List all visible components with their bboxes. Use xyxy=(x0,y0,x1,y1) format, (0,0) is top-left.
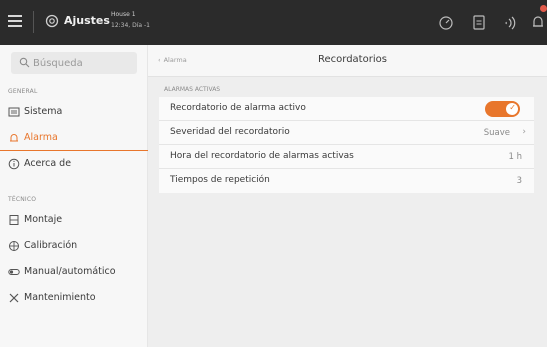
alarm-icon xyxy=(10,134,18,142)
app-title: Ajustes xyxy=(64,14,110,27)
group-label: ALARMAS ACTIVAS xyxy=(164,86,221,93)
menu-icon[interactable] xyxy=(8,15,22,27)
sidebar-item-mantenimiento[interactable]: Mantenimiento xyxy=(0,285,148,311)
sidebar-item-label: Manual/automático xyxy=(24,266,116,277)
reminder-active-toggle[interactable]: ✓ xyxy=(485,101,520,117)
setting-label: Recordatorio de alarma activo xyxy=(170,103,306,113)
signal-icon[interactable] xyxy=(500,12,520,32)
setting-label: Tiempos de repetición xyxy=(170,175,270,185)
sidebar-item-label: Mantenimiento xyxy=(24,292,96,303)
dashboard-icon[interactable] xyxy=(436,12,456,32)
clipboard-icon[interactable] xyxy=(469,12,489,32)
main-panel: ‹ Alarma Recordatorios ALARMAS ACTIVAS Re… xyxy=(148,45,547,347)
setting-row-reminder-time[interactable]: Hora del recordatorio de alarmas activas… xyxy=(159,145,534,169)
search-input[interactable] xyxy=(33,55,133,71)
sidebar-item-calibracion[interactable]: Calibración xyxy=(0,233,148,259)
page-title: Recordatorios xyxy=(318,54,387,65)
info-icon xyxy=(8,158,20,170)
sidebar-item-alarma[interactable]: Alarma xyxy=(0,125,148,151)
setting-row-reminder-active[interactable]: Recordatorio de alarma activo ✓ xyxy=(159,97,534,121)
settings-list: Recordatorio de alarma activo ✓ Severida… xyxy=(159,97,534,193)
setting-row-repeat-times[interactable]: Tiempos de repetición 3 xyxy=(159,169,534,193)
sidebar-item-label: Alarma xyxy=(24,132,58,143)
calibration-icon xyxy=(9,241,19,251)
setting-value: Suave xyxy=(483,128,510,138)
back-label: Alarma xyxy=(163,56,187,64)
house-name: House 1 xyxy=(111,11,136,18)
section-general: GENERAL xyxy=(8,88,38,95)
toggle-icon xyxy=(8,269,20,275)
setting-row-severity[interactable]: Severidad del recordatorio Suave › xyxy=(159,121,534,145)
check-icon: ✓ xyxy=(509,103,516,112)
sidebar-item-manual-automatico[interactable]: Manual/automático xyxy=(0,259,148,285)
search-box[interactable] xyxy=(11,52,137,74)
setting-label: Severidad del recordatorio xyxy=(170,127,290,137)
sidebar-item-sistema[interactable]: Sistema xyxy=(0,99,148,125)
search-icon xyxy=(19,57,30,68)
setting-value: 3 xyxy=(516,176,522,186)
time-day: 12:34, Día -1 xyxy=(111,22,150,29)
sidebar: GENERAL Sistema Alarma Acerca de TÉCNICO… xyxy=(0,45,148,347)
sidebar-item-label: Montaje xyxy=(24,214,63,225)
sidebar-item-label: Sistema xyxy=(24,106,63,117)
chevron-left-icon: ‹ xyxy=(158,56,161,64)
setting-value: 1 h xyxy=(508,152,523,162)
section-tecnico: TÉCNICO xyxy=(8,196,37,203)
notification-badge xyxy=(540,5,547,12)
top-bar: Ajustes House 1 12:34, Día -1 xyxy=(0,0,547,45)
system-icon xyxy=(8,107,20,117)
sidebar-item-montaje[interactable]: Montaje xyxy=(0,207,148,233)
sidebar-item-acerca-de[interactable]: Acerca de xyxy=(0,151,148,177)
divider xyxy=(33,11,34,33)
sidebar-item-label: Acerca de xyxy=(24,158,72,169)
bell-icon[interactable] xyxy=(528,12,547,32)
sidebar-item-label: Calibración xyxy=(24,240,78,251)
mount-icon xyxy=(9,215,19,225)
tools-icon xyxy=(9,293,19,303)
setting-label: Hora del recordatorio de alarmas activas xyxy=(170,151,354,161)
gear-icon xyxy=(45,14,59,28)
main-header: ‹ Alarma Recordatorios xyxy=(148,45,547,77)
back-button[interactable]: ‹ Alarma xyxy=(158,56,187,64)
chevron-right-icon: › xyxy=(522,127,526,137)
